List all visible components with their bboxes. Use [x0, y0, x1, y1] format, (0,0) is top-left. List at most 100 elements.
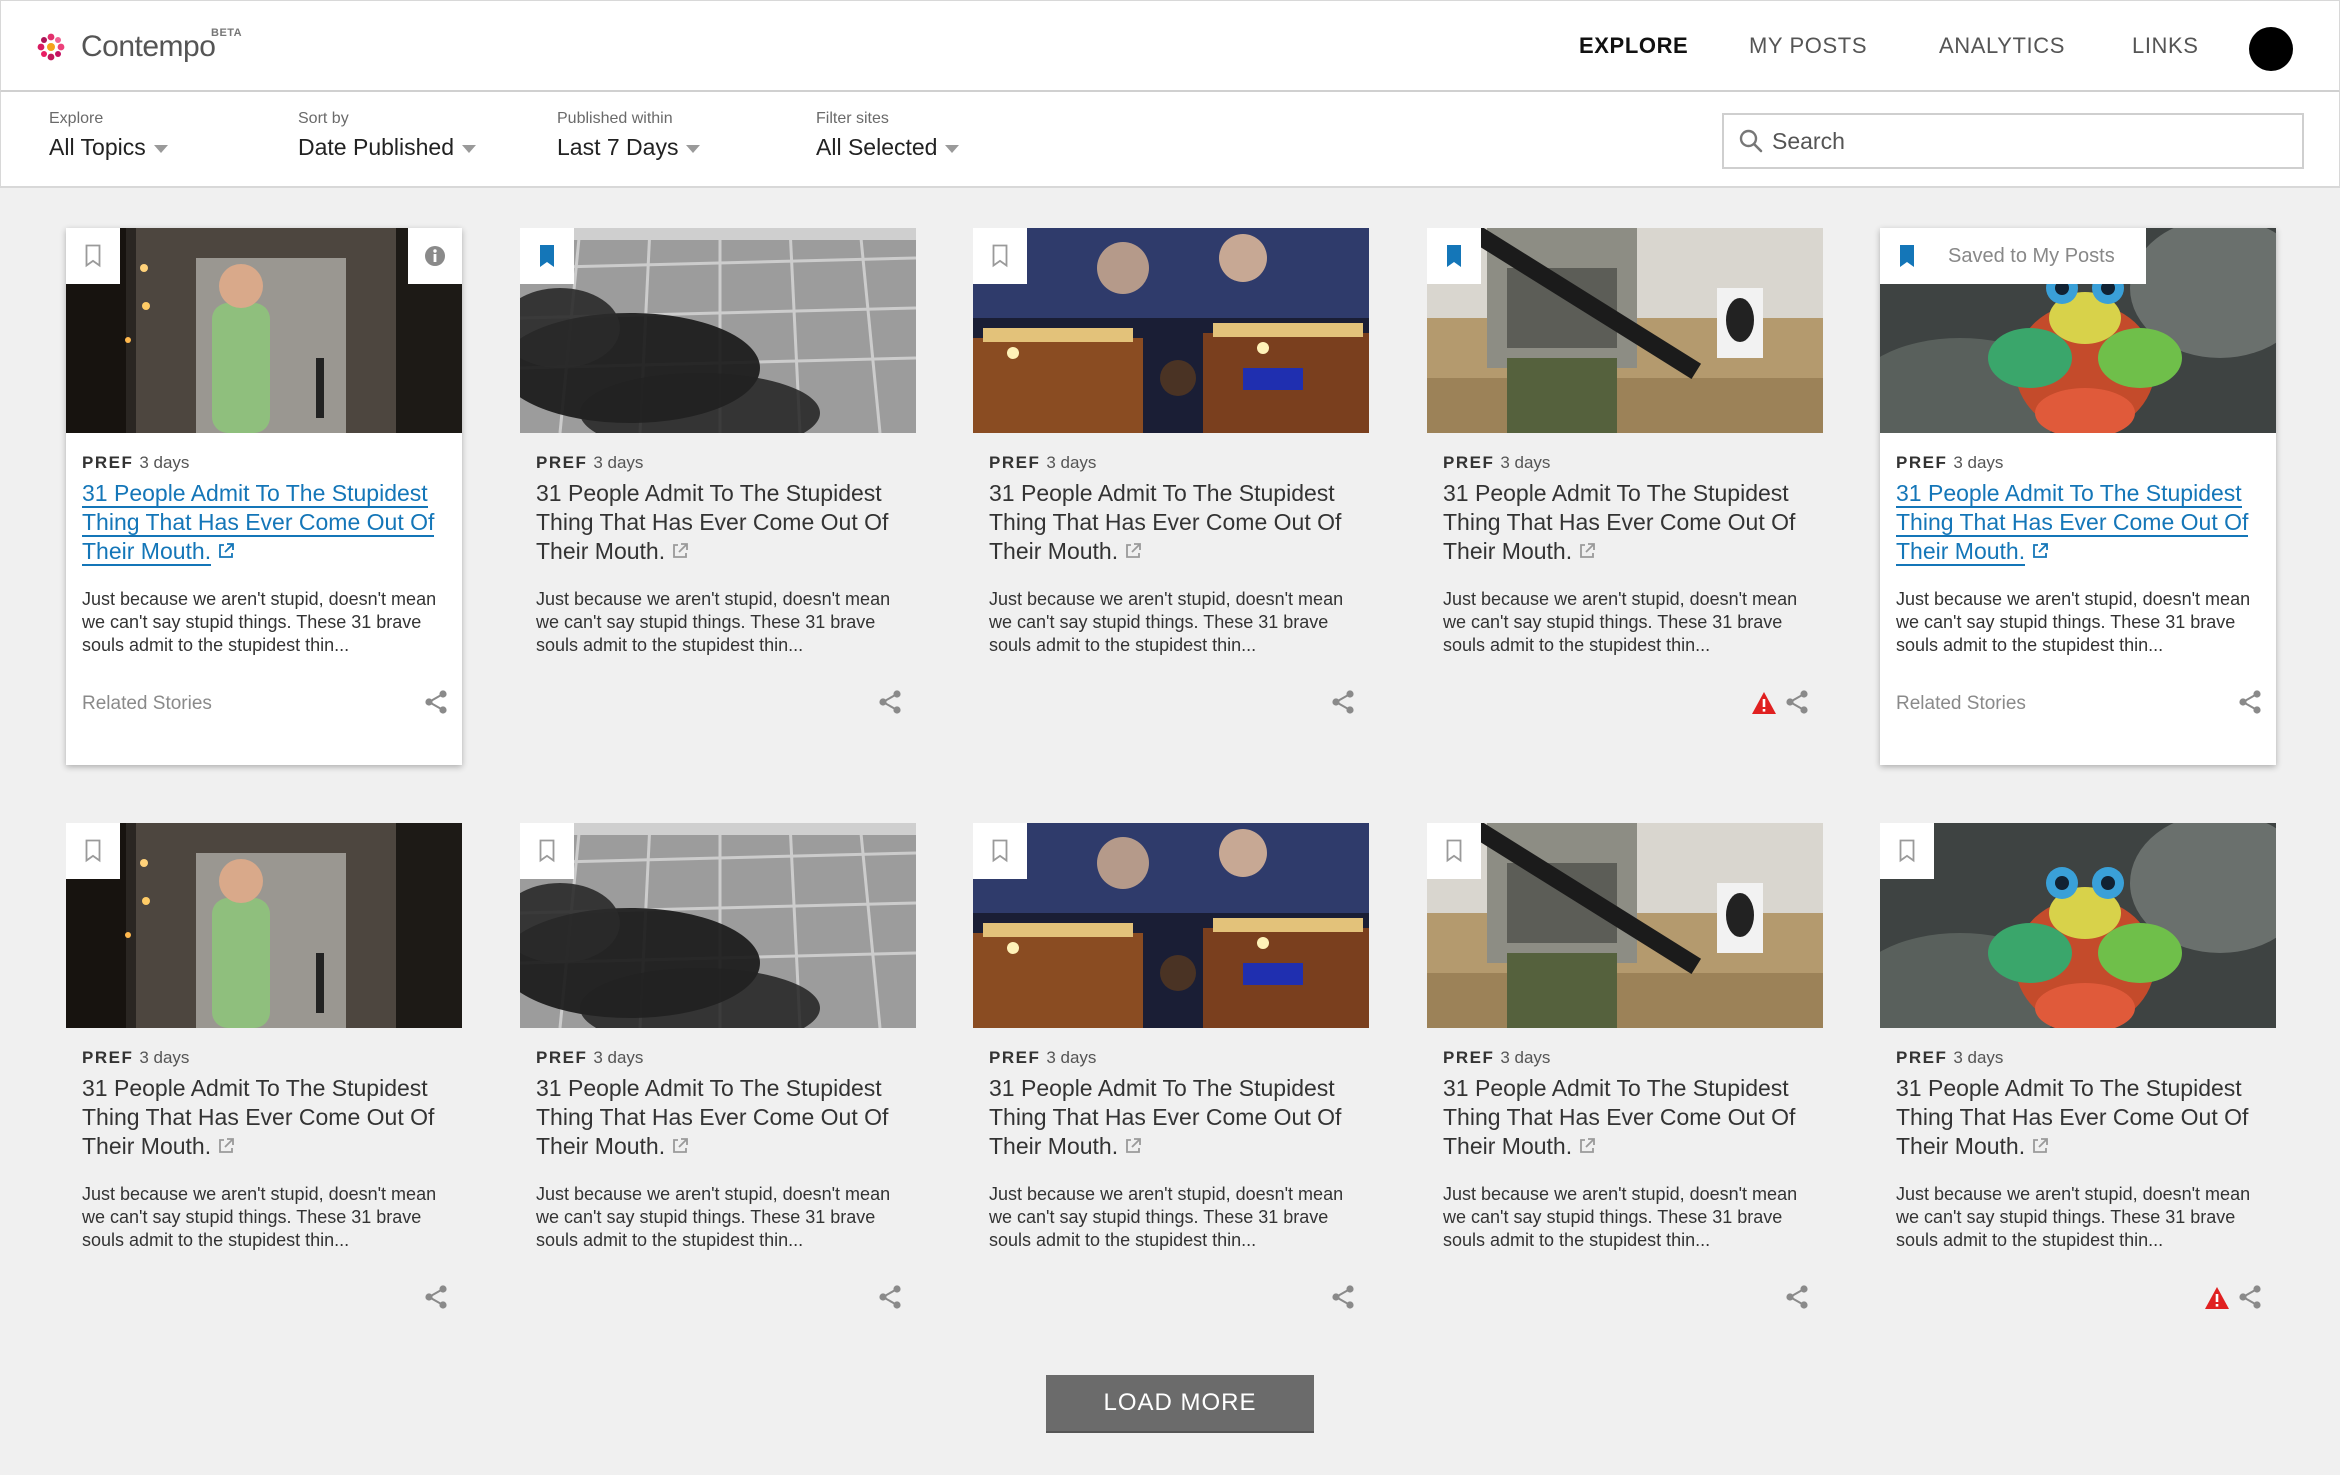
story-age: 3 days: [1953, 1048, 2004, 1067]
load-more-button[interactable]: LOAD MORE: [1046, 1375, 1314, 1433]
filter-label: Published within: [557, 110, 673, 127]
story-title[interactable]: 31 People Admit To The Stupidest Thing T…: [1443, 1074, 1813, 1161]
story-age: 3 days: [593, 1048, 644, 1067]
story-age: 3 days: [1046, 453, 1097, 472]
bookmark-button[interactable]: [973, 228, 1027, 284]
story-title[interactable]: 31 People Admit To The Stupidest Thing T…: [82, 1074, 452, 1161]
filter-explore[interactable]: Explore All Topics: [49, 110, 168, 161]
bookmark-button[interactable]: [1427, 823, 1481, 879]
story-card[interactable]: PREF 3 days 31 People Admit To The Stupid…: [1427, 228, 1823, 765]
bookmark-button[interactable]: [1880, 823, 1934, 879]
share-icon[interactable]: [424, 689, 448, 715]
beta-badge: BETA: [211, 27, 243, 39]
share-icon[interactable]: [424, 1284, 448, 1310]
story-card[interactable]: Saved to My Posts PREF 3 days 31 People A…: [1880, 228, 2276, 765]
story-age: 3 days: [593, 453, 644, 472]
story-description: Just because we aren't stupid, doesn't m…: [1896, 589, 2251, 655]
story-card[interactable]: PREF 3 days 31 People Admit To The Stupid…: [66, 823, 462, 1360]
nav-analytics[interactable]: ANALYTICS: [1939, 33, 2065, 59]
warning-icon[interactable]: [2204, 1286, 2230, 1310]
bookmark-button[interactable]: [973, 823, 1027, 879]
share-icon[interactable]: [1331, 1284, 1355, 1310]
source-name: PREF: [1896, 453, 1948, 472]
story-thumbnail[interactable]: [973, 228, 1369, 433]
story-title[interactable]: 31 People Admit To The Stupidest Thing T…: [1896, 479, 2266, 566]
story-title-text: 31 People Admit To The Stupidest Thing T…: [1896, 480, 2249, 566]
story-title[interactable]: 31 People Admit To The Stupidest Thing T…: [989, 1074, 1359, 1161]
story-card[interactable]: PREF 3 days 31 People Admit To The Stupid…: [66, 228, 462, 765]
story-meta: PREF 3 days: [1896, 453, 2260, 473]
share-icon[interactable]: [878, 689, 902, 715]
story-thumbnail[interactable]: [520, 228, 916, 433]
story-image: [520, 823, 916, 1028]
story-description: Just because we aren't stupid, doesn't m…: [989, 1184, 1344, 1250]
story-description: Just because we aren't stupid, doesn't m…: [536, 589, 891, 655]
filter-label: Filter sites: [816, 110, 889, 127]
caret-down-icon: [153, 144, 168, 153]
story-card[interactable]: PREF 3 days 31 People Admit To The Stupid…: [1427, 823, 1823, 1360]
story-age: 3 days: [1046, 1048, 1097, 1067]
nav-explore[interactable]: EXPLORE: [1579, 33, 1688, 59]
story-description: Just because we aren't stupid, doesn't m…: [536, 1184, 891, 1250]
share-icon[interactable]: [1785, 689, 1809, 715]
story-meta: PREF 3 days: [1443, 1048, 1807, 1068]
story-meta: PREF 3 days: [1443, 453, 1807, 473]
story-card[interactable]: PREF 3 days 31 People Admit To The Stupid…: [520, 228, 916, 765]
story-thumbnail[interactable]: [973, 823, 1369, 1028]
warning-icon[interactable]: [1751, 691, 1777, 715]
bookmark-button[interactable]: [66, 228, 120, 284]
user-avatar[interactable]: [2249, 27, 2293, 71]
story-title[interactable]: 31 People Admit To The Stupidest Thing T…: [1443, 479, 1813, 566]
source-name: PREF: [989, 1048, 1041, 1067]
story-thumbnail[interactable]: [520, 823, 916, 1028]
source-name: PREF: [1443, 1048, 1495, 1067]
bookmark-icon: [1446, 839, 1462, 863]
logo-text: Contempo: [81, 30, 216, 63]
filter-sites[interactable]: Filter sites All Selected: [816, 110, 960, 161]
share-icon[interactable]: [1331, 689, 1355, 715]
source-name: PREF: [536, 1048, 588, 1067]
story-age: 3 days: [1500, 1048, 1551, 1067]
saved-to-my-posts-label: Saved to My Posts: [1934, 228, 2146, 284]
caret-down-icon: [945, 144, 960, 153]
story-thumbnail[interactable]: [66, 823, 462, 1028]
nav-links[interactable]: LINKS: [2132, 33, 2199, 59]
story-thumbnail[interactable]: [1880, 823, 2276, 1028]
story-card[interactable]: PREF 3 days 31 People Admit To The Stupid…: [520, 823, 916, 1360]
bookmark-button[interactable]: [520, 823, 574, 879]
external-link-icon: [1126, 1138, 1142, 1153]
related-stories-link[interactable]: Related Stories: [82, 693, 212, 715]
nav-my-posts[interactable]: MY POSTS: [1749, 33, 1867, 59]
story-title[interactable]: 31 People Admit To The Stupidest Thing T…: [536, 479, 906, 566]
bookmark-button[interactable]: [520, 228, 574, 284]
story-card[interactable]: PREF 3 days 31 People Admit To The Stupid…: [1880, 823, 2276, 1360]
external-link-icon: [2033, 1138, 2049, 1153]
share-icon[interactable]: [878, 1284, 902, 1310]
info-button[interactable]: [408, 228, 462, 284]
external-link-icon: [1580, 543, 1596, 558]
story-title[interactable]: 31 People Admit To The Stupidest Thing T…: [82, 479, 452, 566]
search-input[interactable]: [1772, 127, 2272, 155]
share-icon[interactable]: [2238, 689, 2262, 715]
bookmark-button[interactable]: [1880, 228, 1934, 284]
story-thumbnail[interactable]: [1427, 823, 1823, 1028]
story-thumbnail[interactable]: [1427, 228, 1823, 433]
story-thumbnail[interactable]: Saved to My Posts: [1880, 228, 2276, 433]
story-thumbnail[interactable]: [66, 228, 462, 433]
story-title[interactable]: 31 People Admit To The Stupidest Thing T…: [989, 479, 1359, 566]
story-title-text: 31 People Admit To The Stupidest Thing T…: [536, 480, 889, 564]
filter-sort-by[interactable]: Sort by Date Published: [298, 110, 476, 161]
share-icon[interactable]: [2238, 1284, 2262, 1310]
external-link-icon: [1580, 1138, 1596, 1153]
logo[interactable]: Contempo BETA: [33, 27, 242, 67]
bookmark-button[interactable]: [1427, 228, 1481, 284]
bookmark-button[interactable]: [66, 823, 120, 879]
share-icon[interactable]: [1785, 1284, 1809, 1310]
story-title[interactable]: 31 People Admit To The Stupidest Thing T…: [536, 1074, 906, 1161]
story-title[interactable]: 31 People Admit To The Stupidest Thing T…: [1896, 1074, 2266, 1161]
story-card[interactable]: PREF 3 days 31 People Admit To The Stupid…: [973, 228, 1369, 765]
filter-published-within[interactable]: Published within Last 7 Days: [557, 110, 701, 161]
story-meta: PREF 3 days: [989, 1048, 1353, 1068]
related-stories-link[interactable]: Related Stories: [1896, 693, 2026, 715]
story-card[interactable]: PREF 3 days 31 People Admit To The Stupid…: [973, 823, 1369, 1360]
